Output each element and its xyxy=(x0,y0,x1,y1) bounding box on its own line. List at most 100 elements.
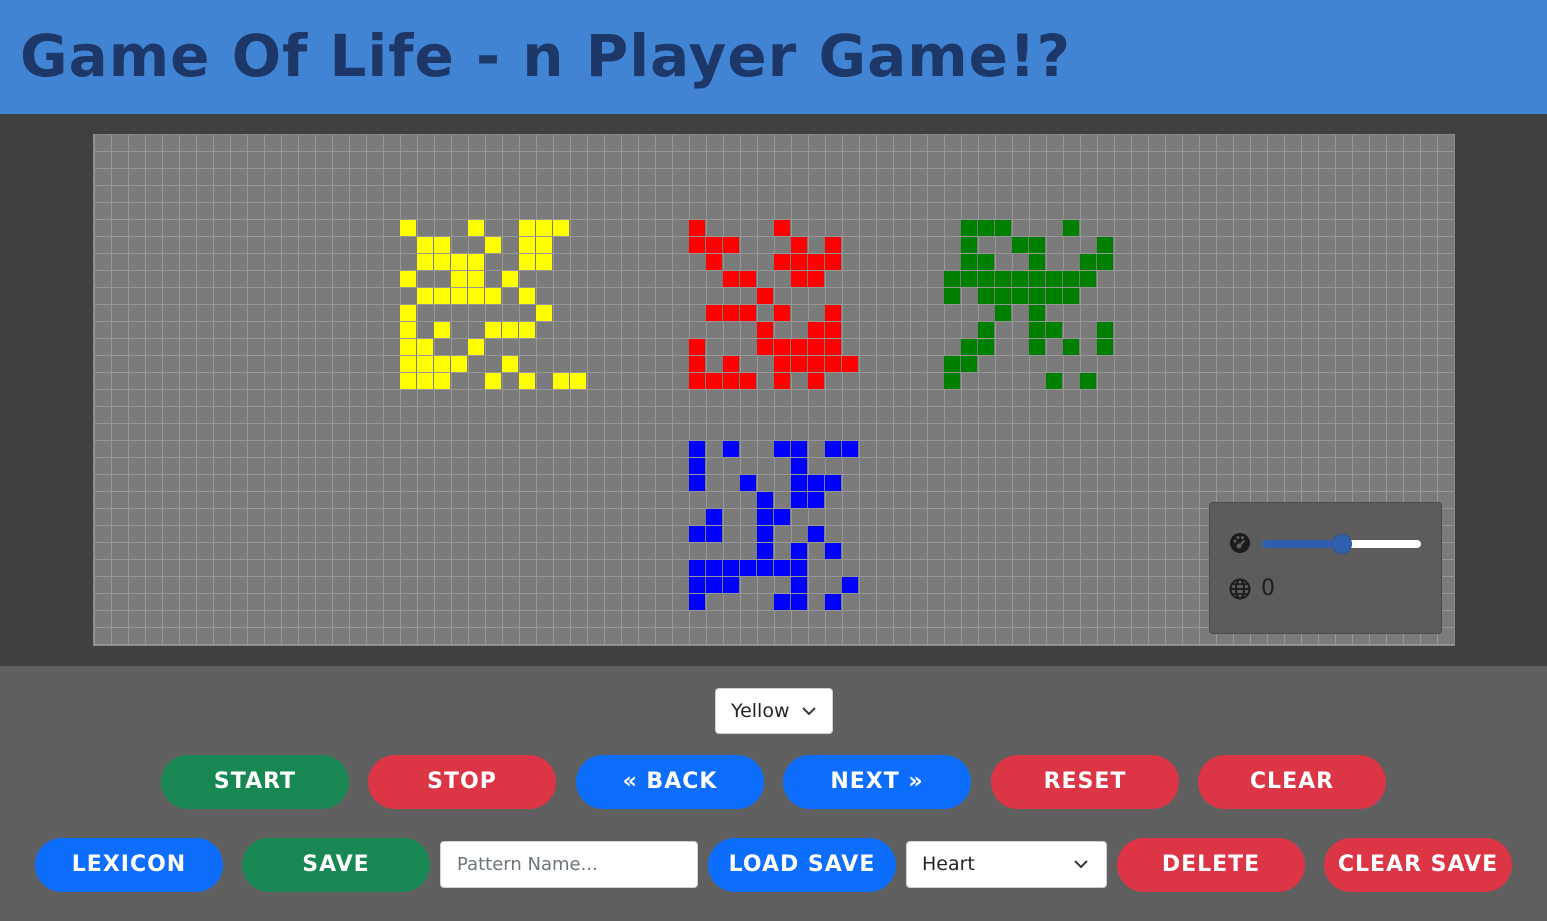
blue-cell[interactable] xyxy=(791,492,807,508)
reset-button[interactable]: RESET xyxy=(991,755,1179,809)
blue-cell[interactable] xyxy=(689,526,705,542)
red-cell[interactable] xyxy=(825,339,841,355)
yellow-cell[interactable] xyxy=(417,288,433,304)
red-cell[interactable] xyxy=(791,339,807,355)
green-cell[interactable] xyxy=(1012,271,1028,287)
yellow-cell[interactable] xyxy=(502,322,518,338)
yellow-cell[interactable] xyxy=(417,373,433,389)
blue-cell[interactable] xyxy=(825,543,841,559)
yellow-cell[interactable] xyxy=(553,220,569,236)
green-cell[interactable] xyxy=(1029,322,1045,338)
yellow-cell[interactable] xyxy=(400,322,416,338)
green-cell[interactable] xyxy=(978,254,994,270)
red-cell[interactable] xyxy=(723,356,739,372)
green-cell[interactable] xyxy=(1063,220,1079,236)
red-cell[interactable] xyxy=(723,237,739,253)
yellow-cell[interactable] xyxy=(553,373,569,389)
green-cell[interactable] xyxy=(1046,373,1062,389)
stop-button[interactable]: STOP xyxy=(368,755,556,809)
yellow-cell[interactable] xyxy=(519,288,535,304)
yellow-cell[interactable] xyxy=(434,373,450,389)
green-cell[interactable] xyxy=(944,271,960,287)
blue-cell[interactable] xyxy=(689,441,705,457)
green-cell[interactable] xyxy=(995,220,1011,236)
green-cell[interactable] xyxy=(1063,339,1079,355)
green-cell[interactable] xyxy=(961,254,977,270)
green-cell[interactable] xyxy=(961,220,977,236)
red-cell[interactable] xyxy=(757,339,773,355)
yellow-cell[interactable] xyxy=(502,356,518,372)
blue-cell[interactable] xyxy=(740,475,756,491)
blue-cell[interactable] xyxy=(791,577,807,593)
yellow-cell[interactable] xyxy=(570,373,586,389)
yellow-cell[interactable] xyxy=(468,220,484,236)
blue-cell[interactable] xyxy=(791,560,807,576)
green-cell[interactable] xyxy=(1029,237,1045,253)
red-cell[interactable] xyxy=(757,288,773,304)
green-cell[interactable] xyxy=(1029,271,1045,287)
green-cell[interactable] xyxy=(1063,271,1079,287)
yellow-cell[interactable] xyxy=(400,356,416,372)
green-cell[interactable] xyxy=(1097,237,1113,253)
red-cell[interactable] xyxy=(774,220,790,236)
clear-save-button[interactable]: CLEAR SAVE xyxy=(1324,838,1512,892)
blue-cell[interactable] xyxy=(757,526,773,542)
blue-cell[interactable] xyxy=(757,560,773,576)
red-cell[interactable] xyxy=(825,356,841,372)
blue-cell[interactable] xyxy=(689,458,705,474)
red-cell[interactable] xyxy=(791,237,807,253)
blue-cell[interactable] xyxy=(706,509,722,525)
yellow-cell[interactable] xyxy=(468,271,484,287)
blue-cell[interactable] xyxy=(757,509,773,525)
yellow-cell[interactable] xyxy=(434,356,450,372)
green-cell[interactable] xyxy=(1012,237,1028,253)
red-cell[interactable] xyxy=(774,356,790,372)
blue-cell[interactable] xyxy=(706,577,722,593)
red-cell[interactable] xyxy=(757,322,773,338)
green-cell[interactable] xyxy=(1063,288,1079,304)
red-cell[interactable] xyxy=(723,305,739,321)
red-cell[interactable] xyxy=(808,339,824,355)
green-cell[interactable] xyxy=(978,288,994,304)
green-cell[interactable] xyxy=(1097,254,1113,270)
yellow-cell[interactable] xyxy=(417,356,433,372)
blue-cell[interactable] xyxy=(740,560,756,576)
blue-cell[interactable] xyxy=(723,560,739,576)
red-cell[interactable] xyxy=(825,254,841,270)
green-cell[interactable] xyxy=(1046,271,1062,287)
blue-cell[interactable] xyxy=(689,577,705,593)
red-cell[interactable] xyxy=(740,271,756,287)
green-cell[interactable] xyxy=(1080,271,1096,287)
red-cell[interactable] xyxy=(689,220,705,236)
blue-cell[interactable] xyxy=(706,560,722,576)
yellow-cell[interactable] xyxy=(485,322,501,338)
blue-cell[interactable] xyxy=(689,560,705,576)
pattern-name-input[interactable] xyxy=(440,841,698,888)
blue-cell[interactable] xyxy=(723,441,739,457)
green-cell[interactable] xyxy=(995,288,1011,304)
red-cell[interactable] xyxy=(706,254,722,270)
blue-cell[interactable] xyxy=(706,526,722,542)
red-cell[interactable] xyxy=(808,322,824,338)
yellow-cell[interactable] xyxy=(485,288,501,304)
green-cell[interactable] xyxy=(978,220,994,236)
blue-cell[interactable] xyxy=(808,492,824,508)
yellow-cell[interactable] xyxy=(536,237,552,253)
red-cell[interactable] xyxy=(774,305,790,321)
yellow-cell[interactable] xyxy=(502,271,518,287)
blue-cell[interactable] xyxy=(791,441,807,457)
green-cell[interactable] xyxy=(944,356,960,372)
red-cell[interactable] xyxy=(842,356,858,372)
yellow-cell[interactable] xyxy=(519,254,535,270)
clear-button[interactable]: CLEAR xyxy=(1198,755,1386,809)
blue-cell[interactable] xyxy=(808,526,824,542)
green-cell[interactable] xyxy=(978,339,994,355)
blue-cell[interactable] xyxy=(774,560,790,576)
yellow-cell[interactable] xyxy=(451,356,467,372)
red-cell[interactable] xyxy=(808,373,824,389)
red-cell[interactable] xyxy=(689,373,705,389)
red-cell[interactable] xyxy=(808,356,824,372)
yellow-cell[interactable] xyxy=(400,373,416,389)
blue-cell[interactable] xyxy=(689,594,705,610)
yellow-cell[interactable] xyxy=(536,220,552,236)
